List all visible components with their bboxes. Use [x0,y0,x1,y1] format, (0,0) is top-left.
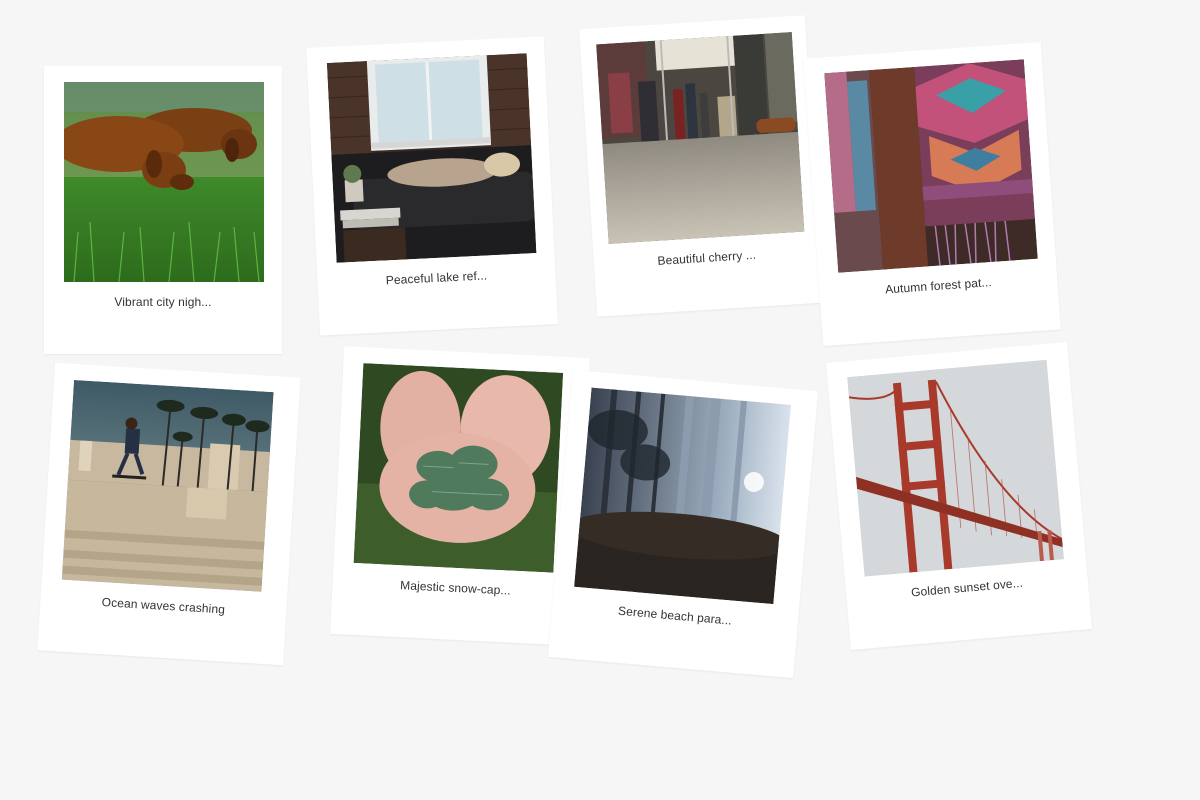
photo-caption: Autumn forest pat... [884,275,993,297]
photo-misty-forest [574,387,791,605]
polaroid-card[interactable]: Serene beach para... [547,369,819,679]
polaroid-card[interactable]: Golden sunset ove... [825,342,1093,650]
polaroid-card[interactable]: Vibrant city nigh... [44,66,282,354]
photo-caption: Beautiful cherry ... [657,247,757,268]
photo-caption: Peaceful lake ref... [385,268,488,288]
polaroid-card[interactable]: Majestic snow-cap... [330,346,590,646]
photo-golden-gate-bridge-in-fog [847,359,1064,577]
photo-caption: Ocean waves crashing [101,595,226,617]
photo-hands-holding-pine-sprigs [353,363,564,573]
polaroid-card[interactable]: Ocean waves crashing [37,362,301,666]
photo-caption: Serene beach para... [617,603,733,628]
photo-caption: Majestic snow-cap... [399,578,512,598]
photo-colorful-knit-shawl [824,59,1038,273]
polaroid-card[interactable]: Peaceful lake ref... [306,36,558,336]
photo-skateboarder-with-palm-trees [61,379,274,592]
photo-subway-car-floor [596,32,805,244]
photo-dachshunds-on-grass [64,82,264,282]
polaroid-card[interactable]: Beautiful cherry ... [579,15,823,317]
polaroid-card[interactable]: Autumn forest pat... [803,42,1061,346]
photo-caption: Vibrant city nigh... [114,295,212,309]
photo-caption: Golden sunset ove... [910,575,1024,600]
polaroid-gallery: Vibrant city nigh... Peaceful lake ref..… [0,0,1200,800]
photo-person-resting-on-sofa-by-window [326,53,537,263]
